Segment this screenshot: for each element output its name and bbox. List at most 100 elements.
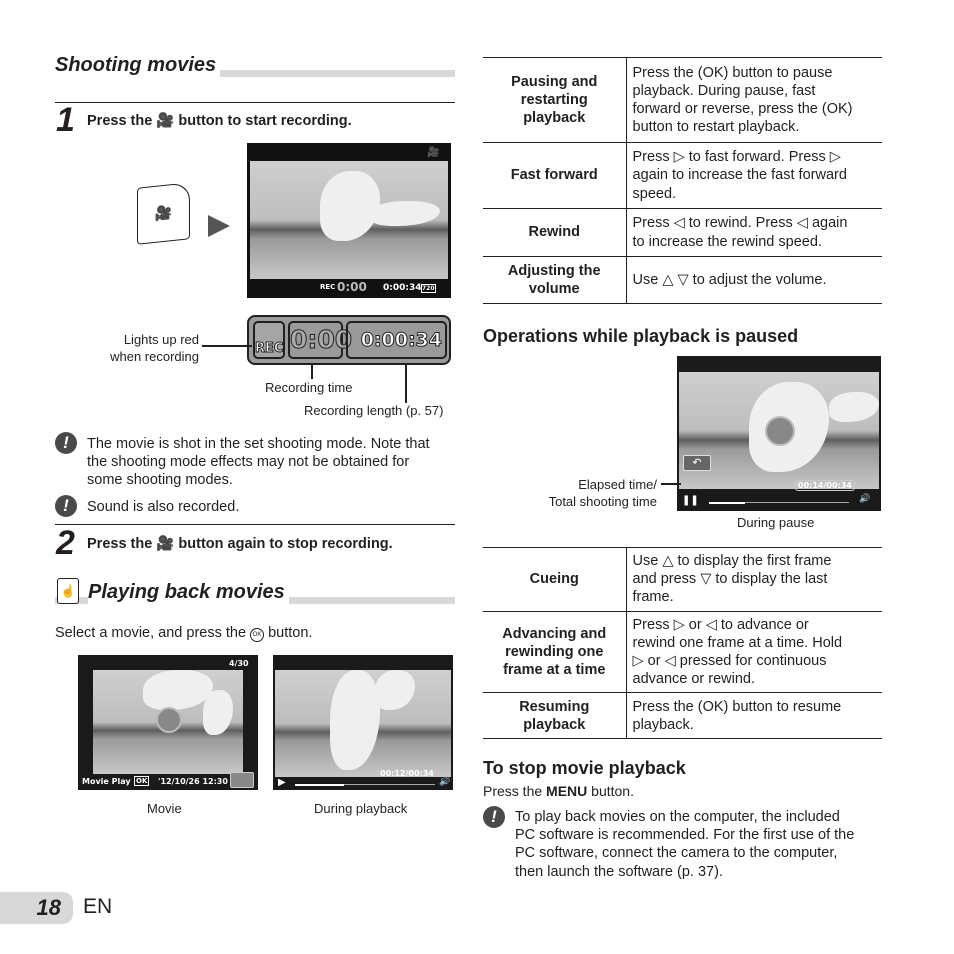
desc-line: Use △ to display the first frame	[632, 553, 832, 569]
op-desc: Press ▷ to fast forward. Press ▷ again to…	[626, 142, 882, 209]
playback-time: 00:12/00:34	[380, 769, 434, 778]
caution-icon: !	[55, 495, 77, 517]
op-desc: Use △ ▽ to adjust the volume.	[626, 256, 882, 304]
select-instruction: Select a movie, and press the OK button.	[55, 624, 312, 642]
desc-line: again to increase the fast forward	[632, 167, 847, 184]
elapsed-time: 00:14/00:34	[795, 480, 855, 491]
movie-play-label: Movie Play	[82, 777, 131, 786]
stop-section-title: To stop movie playback	[483, 758, 686, 778]
movie-mode-icon: 🎥	[427, 147, 440, 158]
caption-during-playback: During playback	[314, 801, 408, 816]
note-line: some shooting modes.	[87, 472, 233, 489]
note-line: PC software is recommended. For the firs…	[515, 827, 855, 844]
table-row: Pausing and restarting playback Press the…	[483, 57, 882, 143]
text: Select a movie, and press the	[55, 625, 247, 641]
label-elapsed: Elapsed time/Total shooting time	[520, 476, 657, 510]
step-text: Press the	[87, 536, 153, 552]
caution-icon: !	[483, 806, 505, 828]
pc-note: To play back movies on the computer, the…	[515, 808, 854, 881]
table-row: Rewind Press ◁ to rewind. Press ◁ again to…	[483, 208, 882, 257]
caption-during-pause: During pause	[737, 515, 815, 530]
back-icon: ↶	[683, 455, 711, 471]
movie-camera-icon: 🎥	[156, 113, 175, 129]
table-row: Cueing Use △ to display the first frame an…	[483, 547, 882, 612]
op-desc: Press the (OK) button to pause playback. …	[626, 57, 882, 143]
desc-line: Use △ ▽ to adjust the volume.	[632, 271, 827, 288]
pause-icon: ❚❚	[682, 495, 699, 506]
op-desc: Use △ to display the first frame and pres…	[626, 547, 882, 612]
desc-line: Press ◁ to rewind. Press ◁ again	[632, 215, 848, 232]
label-recording-length: Recording length (p. 57)	[304, 403, 444, 418]
desc-line: ▷ or ◁ pressed for continuous	[632, 653, 827, 670]
desc-line: button to restart playback.	[632, 119, 800, 136]
rec-indicator: REC	[320, 283, 336, 291]
date-time: '12/10/26 12:30	[158, 777, 228, 786]
callout-line	[405, 363, 407, 403]
note-line: The movie is shot in the set shooting mo…	[87, 436, 430, 452]
text: button.	[268, 625, 313, 641]
note-2: Sound is also recorded.	[87, 499, 240, 515]
note-1: The movie is shot in the set shooting mo…	[87, 435, 430, 490]
camera-screen: 🎥 REC 0:00 0:00:34 720	[247, 143, 451, 298]
desc-line: to increase the rewind speed.	[632, 233, 822, 250]
divider	[55, 102, 455, 103]
rec-icon: REC	[253, 321, 285, 359]
op-desc: Press the (OK) button to resume playback.	[626, 692, 882, 740]
desc-line: frame.	[632, 589, 674, 606]
movie-button-illustration: 🎥	[137, 182, 190, 245]
text: Press the	[483, 783, 543, 799]
label-text: Total shooting time	[548, 494, 657, 509]
ok-badge: OK	[134, 776, 150, 786]
op-name: Pausing and restarting playback	[483, 57, 627, 143]
quality-badge: 720	[421, 284, 436, 293]
section-title-playing: Playing back movies	[88, 581, 289, 604]
table-row: Adjusting the volume Use △ ▽ to adjust th…	[483, 256, 882, 304]
label-text: Lights up red	[123, 332, 199, 347]
desc-line: speed.	[632, 185, 677, 202]
desc-line: advance or rewind.	[632, 671, 756, 688]
note-line: To play back movies on the computer, the…	[515, 809, 840, 825]
desc-line: Press ▷ to fast forward. Press ▷	[632, 149, 841, 166]
movie-camera-icon: 🎥	[156, 536, 175, 552]
ok-button-icon: OK	[250, 628, 265, 642]
text: button.	[591, 783, 634, 799]
callout-line	[202, 345, 252, 347]
op-name: Fast forward	[483, 142, 627, 209]
label-lights: Lights up red when recording	[90, 331, 199, 365]
note-line: then launch the software (p. 37).	[515, 863, 723, 880]
paused-section-title: Operations while playback is paused	[483, 326, 799, 346]
callout-line	[311, 363, 313, 379]
note-line: the shooting mode effects may not be obt…	[87, 454, 410, 471]
arrow-right-icon	[208, 215, 230, 237]
language-code: EN	[83, 895, 113, 918]
index-view-icon	[230, 772, 254, 788]
label-text: Elapsed time/	[578, 477, 657, 492]
op-desc: Press ▷ or ◁ to advance or rewind one fra…	[626, 610, 882, 694]
magnified-indicator: REC 0:00 0:00:34	[247, 315, 451, 365]
desc-line: Press the (OK) button to pause	[632, 64, 833, 81]
screen-movie: 4/30 Movie Play OK '12/10/26 12:30	[78, 655, 258, 790]
caption-movie: Movie	[147, 801, 182, 816]
playback-hand-icon: ☝	[57, 578, 79, 604]
step2-text: Press the 🎥 button again to stop recordi…	[87, 535, 393, 552]
volume-icon: 🔊	[439, 777, 451, 787]
desc-line: playback.	[632, 716, 694, 733]
note-line: PC software, connect the camera to the c…	[515, 845, 838, 862]
screen-during-playback: 00:12/00:34 ▶ 🔊	[273, 655, 453, 790]
op-desc: Press ◁ to rewind. Press ◁ again to incre…	[626, 208, 882, 257]
menu-button-label: MENU	[546, 783, 588, 799]
page-number: 18	[0, 892, 73, 924]
paused-operations-table: Cueing Use △ to display the first frame an…	[483, 547, 882, 740]
volume-icon: 🔊	[859, 494, 871, 504]
op-name: Rewind	[483, 208, 627, 257]
desc-line: rewind one frame at a time. Hold	[632, 634, 843, 651]
stop-instruction: Press the MENU button.	[483, 783, 634, 799]
screen-during-pause: ↶ 00:14/00:34 ❚❚ 🔊	[677, 356, 881, 511]
callout-line	[661, 483, 681, 485]
step-number: 2	[56, 524, 75, 562]
step1-text: Press the 🎥 button to start recording.	[87, 112, 352, 129]
desc-line: Press the (OK) button to resume	[632, 698, 842, 715]
op-name: Resuming playback	[483, 692, 627, 740]
op-name: Adjusting the volume	[483, 256, 627, 304]
play-icon	[156, 707, 182, 733]
